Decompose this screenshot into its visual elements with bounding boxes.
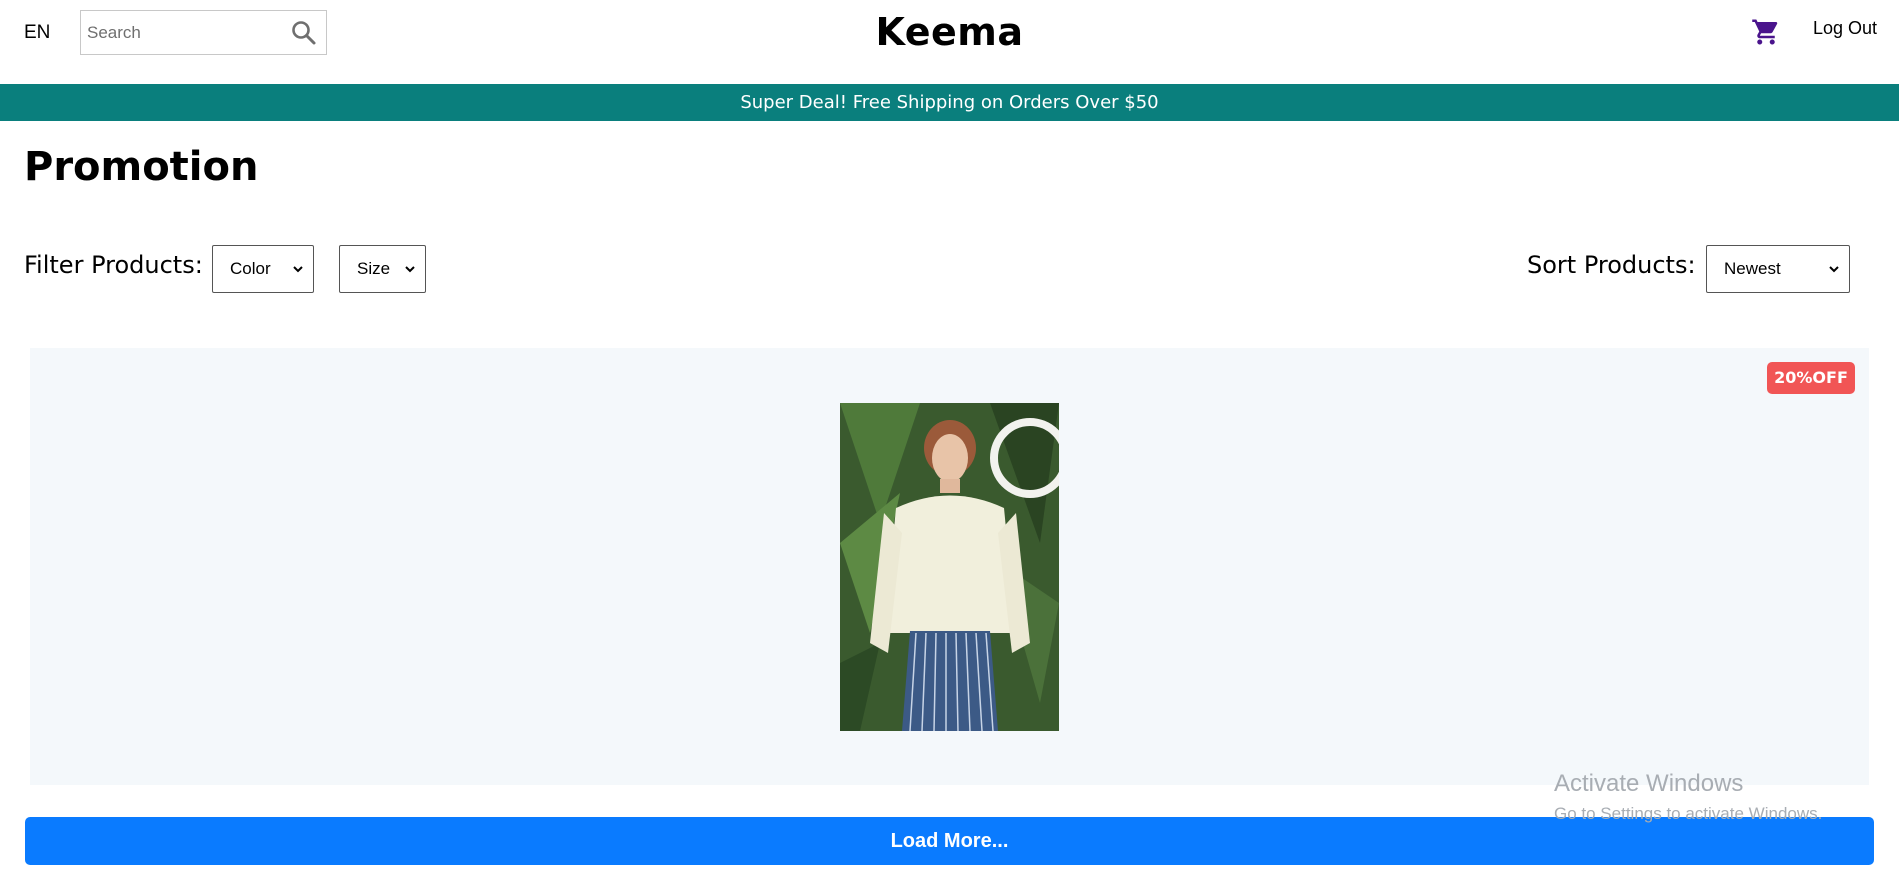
logo-text[interactable]: Keema	[875, 10, 1023, 54]
filter-label: Filter Products:	[24, 251, 203, 279]
watermark-title: Activate Windows	[1554, 770, 1744, 797]
sort-select[interactable]: Newest	[1706, 245, 1850, 293]
color-filter-value: Color	[230, 259, 271, 278]
logout-link[interactable]: Log Out	[1813, 18, 1877, 39]
size-filter-select[interactable]: Size	[339, 245, 426, 293]
sort-label: Sort Products:	[1527, 251, 1696, 279]
os-activation-watermark: Activate Windows Go to Settings to activ…	[1554, 770, 1822, 824]
site-logo: Keema	[0, 10, 1899, 54]
chevron-down-icon	[405, 266, 415, 273]
color-filter-select[interactable]: Color	[212, 245, 314, 293]
navbar: EN Keema Log Out	[0, 0, 1899, 84]
discount-badge: 20%OFF	[1767, 362, 1855, 394]
cart-icon[interactable]	[1751, 17, 1781, 47]
page-title: Promotion	[24, 144, 259, 190]
size-filter-value: Size	[357, 259, 391, 278]
sort-value: Newest	[1724, 259, 1781, 278]
watermark-subtitle: Go to Settings to activate Windows.	[1554, 804, 1823, 823]
load-more-button[interactable]: Load More...	[25, 817, 1874, 865]
announcement-bar: Super Deal! Free Shipping on Orders Over…	[0, 84, 1899, 121]
chevron-down-icon	[293, 266, 303, 273]
chevron-down-icon	[1829, 266, 1839, 273]
product-image[interactable]	[840, 403, 1059, 731]
product-photo	[840, 403, 1059, 731]
